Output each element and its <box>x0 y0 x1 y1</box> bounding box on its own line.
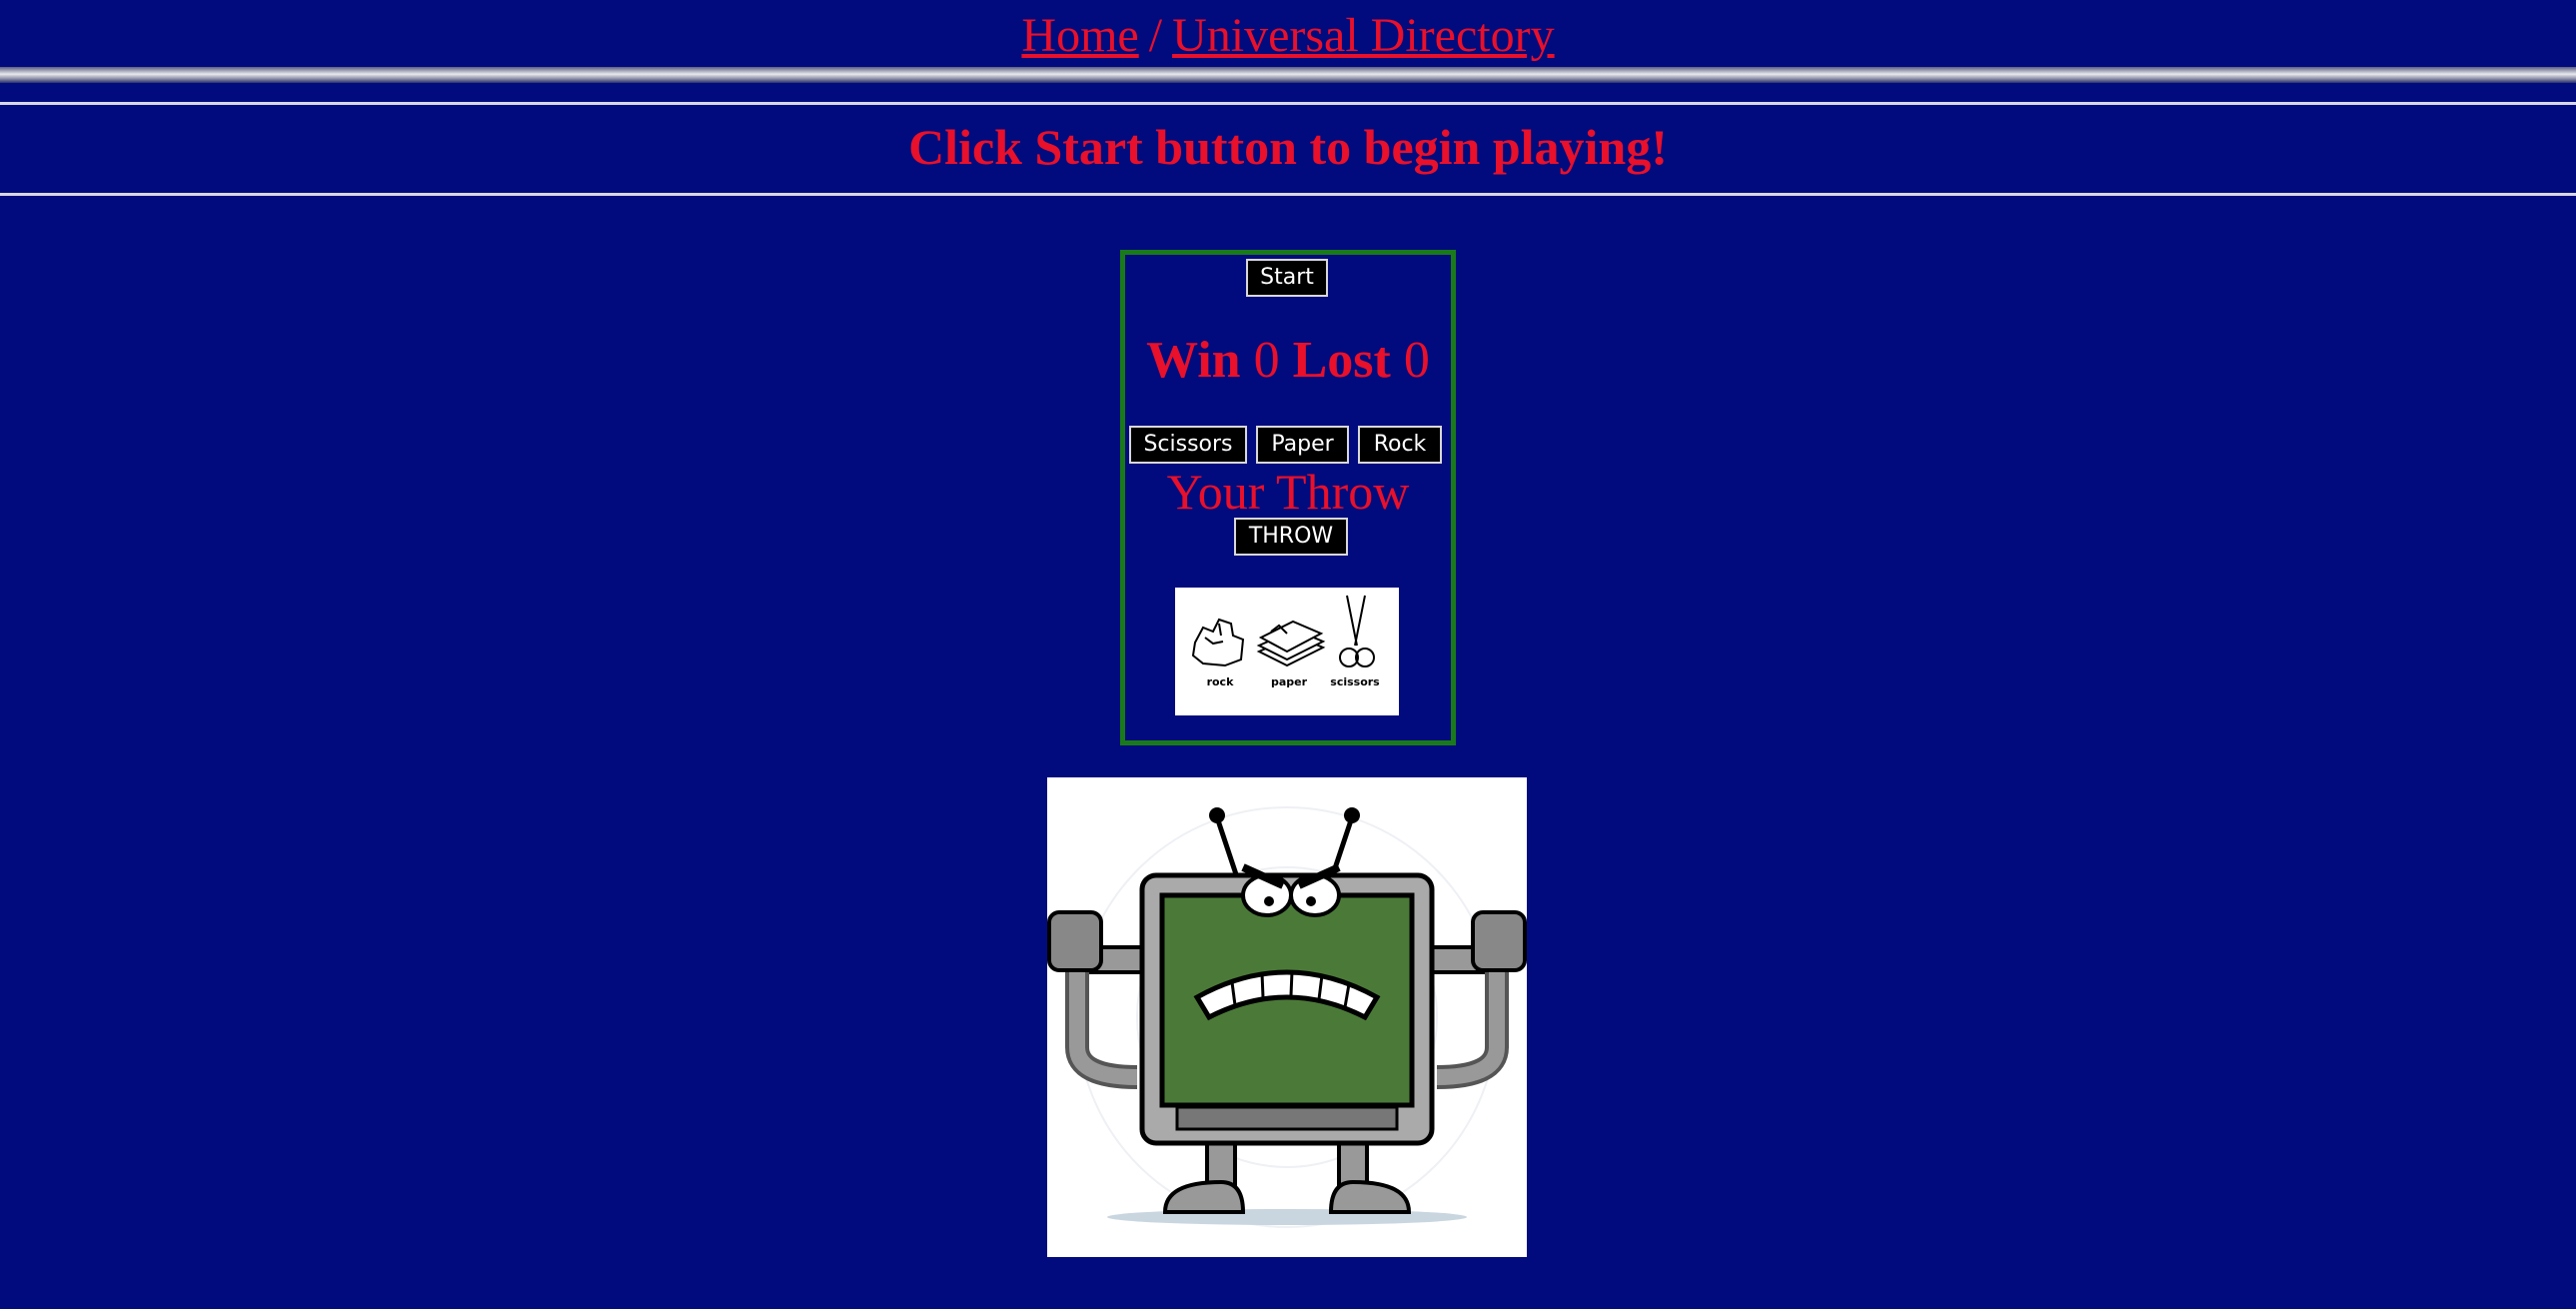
throw-button[interactable]: THROW <box>1234 518 1348 556</box>
header-divider-bar <box>0 67 2576 83</box>
rock-button[interactable]: Rock <box>1358 426 1442 464</box>
your-throw-label: Your Throw <box>1166 464 1410 520</box>
angry-robot-image <box>1047 777 1527 1257</box>
paper-icon <box>1256 620 1326 667</box>
page-title: Click Start button to begin playing! <box>908 119 1668 175</box>
breadcrumb: Home / Universal Directory <box>0 8 2576 63</box>
rock-caption: rock <box>1207 675 1235 688</box>
rock-icon <box>1191 618 1245 667</box>
paper-caption: paper <box>1271 675 1308 688</box>
scoreboard: Win 0 Lost 0 <box>1125 331 1451 390</box>
breadcrumb-separator: / <box>1148 9 1163 62</box>
win-count: 0 <box>1253 332 1280 389</box>
rock-paper-scissors-image: rock paper scissors <box>1175 588 1399 715</box>
win-label: Win <box>1146 332 1241 389</box>
divider-line-bottom <box>0 193 2576 196</box>
home-link[interactable]: Home <box>1021 9 1138 62</box>
universal-directory-link[interactable]: Universal Directory <box>1172 9 1555 62</box>
start-button[interactable]: Start <box>1246 259 1328 297</box>
scissors-button[interactable]: Scissors <box>1129 426 1247 464</box>
divider-line-top <box>0 102 2576 105</box>
lost-label: Lost <box>1292 332 1391 389</box>
scissors-icon <box>1339 595 1375 667</box>
paper-button[interactable]: Paper <box>1256 426 1349 464</box>
lost-count: 0 <box>1403 332 1430 389</box>
scissors-caption: scissors <box>1330 675 1380 688</box>
game-panel: Start Win 0 Lost 0 Scissors Paper Rock Y… <box>1120 250 1456 745</box>
